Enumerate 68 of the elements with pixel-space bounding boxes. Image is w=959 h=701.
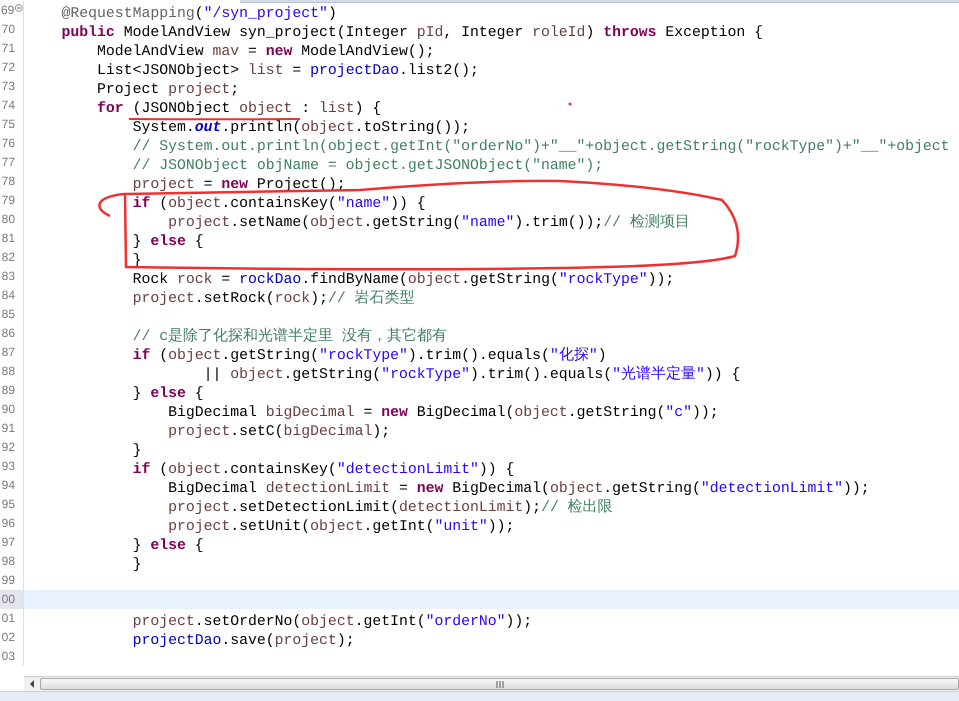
code-line: }: [132, 444, 142, 459]
code-line: project.setDetectionLimit(detectionLimit);// 检出限: [167, 501, 613, 516]
line-number: 79: [0, 192, 15, 209]
line-number: 69: [0, 2, 14, 19]
code-line: List<JSONObject> list = projectDao.list2();: [96, 64, 479, 79]
line-number: 93: [0, 458, 15, 475]
line-number: 72: [0, 59, 15, 76]
code-line: System.out.println(object.toString());: [132, 121, 470, 136]
code-line: Rock rock = rockDao.findByName(object.getString("rockType"));: [132, 273, 674, 288]
code-line: Project project;: [96, 83, 240, 98]
line-number: 71: [0, 40, 15, 57]
code-line: @RequestMapping("/syn_project"): [60, 7, 337, 22]
line-number: 00: [0, 591, 15, 608]
line-number: 91: [0, 420, 15, 437]
line-number: 99: [0, 572, 15, 589]
line-number: 03: [0, 648, 15, 665]
code-line: }: [132, 558, 142, 573]
line-number: 85: [0, 306, 15, 323]
grip-icon: [496, 680, 504, 688]
line-number: 70: [0, 21, 15, 38]
line-number: 80: [0, 211, 15, 228]
code-line: BigDecimal detectionLimit = new BigDecimal(object.getString("detectionLimit"));: [167, 482, 870, 497]
line-number: 87: [0, 344, 15, 361]
line-number: 81: [0, 230, 15, 247]
line-number: 96: [0, 515, 15, 532]
code-line: // System.out.println(object.getInt("orderNo")+"__"+object.getString("rockType")+"__"+object: [132, 140, 950, 155]
code-line: if (object.getString("rockType").trim().equals("化探"): [132, 349, 607, 364]
code-line: BigDecimal bigDecimal = new BigDecimal(object.getString("c"));: [167, 406, 719, 421]
line-number: 94: [0, 477, 15, 494]
code-line: if (object.containsKey("detectionLimit")) {: [132, 463, 514, 478]
line-number: 92: [0, 439, 15, 456]
line-number: 84: [0, 287, 15, 304]
line-number: 76: [0, 135, 15, 152]
code-line: project.setC(bigDecimal);: [167, 425, 390, 440]
code-line: ModelAndView mav = new ModelAndView();: [96, 45, 434, 60]
code-line: } else {: [132, 387, 204, 402]
code-line: if (object.containsKey("name")) {: [132, 197, 426, 212]
line-number: 78: [0, 173, 15, 190]
code-line: } else {: [132, 539, 204, 554]
line-number: 97: [0, 534, 15, 551]
code-line: project.setUnit(object.getInt("unit"));: [167, 520, 514, 535]
line-number: 83: [0, 268, 15, 285]
line-number: 95: [0, 496, 15, 513]
code-line: } else {: [132, 235, 204, 250]
line-number: 89: [0, 382, 15, 399]
code-line: for (JSONObject object : list) {: [96, 102, 382, 117]
line-number: 77: [0, 154, 15, 171]
code-line: // JSONObject objName = object.getJSONObject("name");: [132, 159, 604, 174]
scrollbar-thumb[interactable]: [40, 678, 959, 690]
line-number: 98: [0, 553, 15, 570]
collapse-icon[interactable]: [15, 4, 23, 12]
code-line: projectDao.save(project);: [132, 634, 355, 649]
code-line: project.setRock(rock);// 岩石类型: [132, 292, 415, 307]
code-line: project.setOrderNo(object.getInt("orderNo"));: [132, 615, 532, 630]
dot-annotation: [568, 102, 572, 106]
line-number: 01: [0, 610, 15, 627]
line-number: 86: [0, 325, 15, 342]
line-number: 75: [0, 116, 15, 133]
code-line: project.setName(object.getString("name").trim());// 检测项目: [167, 216, 690, 231]
line-number: 74: [0, 97, 15, 114]
line-number: 82: [0, 249, 15, 266]
horizontal-scrollbar[interactable]: [24, 676, 959, 691]
code-line: public ModelAndView syn_project(Integer pId, Integer roleId) throws Exception {: [60, 26, 764, 41]
line-number: 90: [0, 401, 15, 418]
line-number: 88: [0, 363, 15, 380]
code-line: project = new Project();: [132, 178, 346, 193]
line-number: 02: [0, 629, 15, 646]
line-number: 73: [0, 78, 15, 95]
